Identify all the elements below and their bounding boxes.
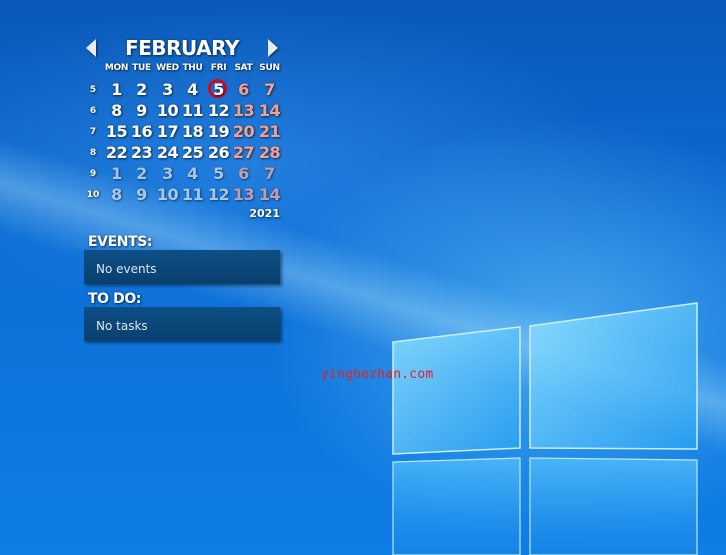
day-cell-next-month-weekend[interactable]: 14	[257, 184, 282, 205]
logo-pane-top-left	[392, 326, 521, 455]
weekday-label: FRI	[210, 63, 227, 73]
day-cell[interactable]: 10	[155, 100, 180, 121]
day-cell[interactable]: 22	[104, 142, 129, 163]
day-cell-next-month[interactable]: 1	[104, 163, 129, 184]
weekday-label: SAT	[234, 63, 253, 73]
todo-title: TO DO:	[88, 291, 142, 307]
day-cell-weekend[interactable]: 7	[257, 79, 282, 100]
day-cell-next-month[interactable]: 12	[206, 184, 231, 205]
day-cell-next-month[interactable]: 5	[206, 163, 231, 184]
day-cell[interactable]: 18	[180, 121, 205, 142]
week-number: 7	[89, 127, 97, 137]
day-cell[interactable]: 24	[155, 142, 180, 163]
day-cell-next-month[interactable]: 4	[180, 163, 205, 184]
day-cell[interactable]: 26	[206, 142, 231, 163]
logo-pane-bottom-right	[529, 457, 698, 555]
day-cell-weekend[interactable]: 28	[257, 142, 282, 163]
week-number: 5	[89, 85, 97, 95]
day-cell[interactable]: 25	[180, 142, 205, 163]
weekday-label: SUN	[259, 63, 280, 73]
day-cell[interactable]: 1	[104, 79, 129, 100]
day-cell-weekend[interactable]: 21	[257, 121, 282, 142]
day-cell-next-month[interactable]: 2	[129, 163, 154, 184]
logo-pane-top-right	[529, 302, 698, 450]
todo-section: TO DO: No tasks	[82, 291, 280, 341]
events-panel[interactable]: No events	[84, 250, 280, 284]
week-number: 6	[89, 106, 97, 116]
day-cell[interactable]: 23	[129, 142, 154, 163]
day-cell[interactable]: 15	[104, 121, 129, 142]
watermark-text: yinghezhan.com	[321, 367, 434, 382]
day-cell[interactable]: 2	[129, 79, 154, 100]
day-cell-next-month[interactable]: 8	[104, 184, 129, 205]
calendar-week-row: 10 8 9 10 11 12 13 14	[82, 184, 286, 205]
day-cell-next-month-weekend[interactable]: 13	[231, 184, 256, 205]
day-cell-weekend[interactable]: 14	[257, 100, 282, 121]
day-cell[interactable]: 4	[180, 79, 205, 100]
day-cell[interactable]: 8	[104, 100, 129, 121]
events-title: EVENTS:	[88, 234, 153, 250]
day-cell-next-month[interactable]: 9	[129, 184, 154, 205]
calendar-week-row: 5 1 2 3 4 5 6 7	[82, 79, 286, 100]
week-number: 10	[86, 190, 100, 200]
weekday-header-row: MON TUE WED THU FRI SAT SUN	[82, 63, 286, 79]
events-empty-text: No events	[96, 262, 157, 276]
day-cell[interactable]: 3	[155, 79, 180, 100]
calendar-gadget: FEBRUARY MON TUE WED THU FRI SAT SUN 5 1…	[82, 35, 286, 223]
day-cell[interactable]: 12	[206, 100, 231, 121]
calendar-year: 2021	[249, 207, 280, 220]
day-cell-weekend[interactable]: 20	[231, 121, 256, 142]
logo-pane-bottom-left	[392, 457, 521, 555]
day-cell-next-month[interactable]: 10	[155, 184, 180, 205]
today-day-number: 5	[213, 80, 224, 99]
day-cell-next-month[interactable]: 11	[180, 184, 205, 205]
day-cell-weekend[interactable]: 13	[231, 100, 256, 121]
calendar-week-row: 7 15 16 17 18 19 20 21	[82, 121, 286, 142]
day-cell-weekend[interactable]: 27	[231, 142, 256, 163]
month-title: FEBRUARY	[125, 36, 239, 60]
weekday-label: MON	[104, 63, 129, 73]
day-cell-next-month[interactable]: 3	[155, 163, 180, 184]
weekday-label: WED	[156, 63, 179, 73]
next-month-arrow-icon[interactable]	[268, 39, 278, 57]
day-cell[interactable]: 9	[129, 100, 154, 121]
weekday-label: THU	[182, 63, 203, 73]
day-cell[interactable]: 17	[155, 121, 180, 142]
calendar-week-row: 8 22 23 24 25 26 27 28	[82, 142, 286, 163]
day-cell-today[interactable]: 5	[206, 79, 231, 100]
day-cell[interactable]: 19	[206, 121, 231, 142]
day-cell[interactable]: 11	[180, 100, 205, 121]
day-cell-next-month-weekend[interactable]: 7	[257, 163, 282, 184]
events-section: EVENTS: No events	[82, 234, 280, 284]
todo-empty-text: No tasks	[96, 319, 148, 333]
week-number: 9	[89, 169, 97, 179]
weekday-label: TUE	[132, 63, 151, 73]
day-cell-weekend[interactable]: 6	[231, 79, 256, 100]
calendar-week-row: 9 1 2 3 4 5 6 7	[82, 163, 286, 184]
calendar-week-row: 6 8 9 10 11 12 13 14	[82, 100, 286, 121]
prev-month-arrow-icon[interactable]	[86, 39, 96, 57]
day-cell-next-month-weekend[interactable]: 6	[231, 163, 256, 184]
calendar-header: FEBRUARY	[82, 35, 286, 63]
todo-panel[interactable]: No tasks	[84, 307, 280, 341]
week-number: 8	[89, 148, 97, 158]
day-cell[interactable]: 16	[129, 121, 154, 142]
